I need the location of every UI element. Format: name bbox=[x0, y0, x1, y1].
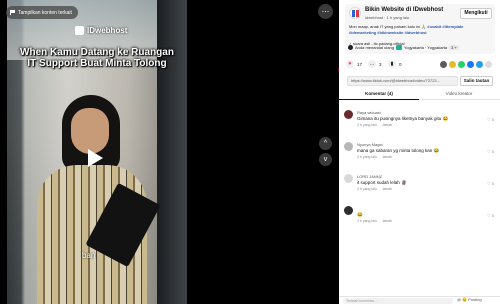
video-link-field[interactable]: https://www.tiktok.com/@idwebhost/video/… bbox=[347, 76, 458, 86]
next-video-button[interactable]: v bbox=[319, 153, 332, 166]
comment-item: Nyonya Magel mana ga sabaran yg minta to… bbox=[344, 142, 494, 164]
comment-icon: … bbox=[368, 60, 376, 68]
avatar[interactable] bbox=[349, 7, 361, 19]
comment-avatar[interactable] bbox=[344, 110, 353, 119]
flag-icon bbox=[10, 10, 15, 15]
comment-input[interactable]: Tambah komentar... bbox=[343, 298, 453, 304]
description-text: Mon maap, anak IT yang paham kalo ini 🙏 bbox=[349, 24, 427, 29]
bookmark-action[interactable]: ▮ 0 bbox=[388, 60, 402, 68]
twitter-icon[interactable] bbox=[476, 61, 483, 68]
composer-actions[interactable]: @ 😊 Posting bbox=[457, 297, 482, 302]
comment-item: LORD JANNZ it support sudah lelah 🗿 3 h … bbox=[344, 174, 494, 196]
comment-like-count: 0 bbox=[491, 117, 494, 122]
tab-creator-videos[interactable]: Video kreator bbox=[419, 91, 499, 96]
video-subtitle: ban bbox=[82, 251, 96, 260]
facebook-icon[interactable] bbox=[467, 61, 474, 68]
video-door-frame bbox=[157, 0, 187, 304]
link-row: https://www.tiktok.com/@idwebhost/video/… bbox=[347, 76, 493, 86]
bookmark-icon: ▮ bbox=[388, 60, 396, 68]
comment-time: 3 h yang lalu bbox=[357, 187, 377, 191]
comment-time: 3 h yang lalu bbox=[357, 219, 377, 223]
share-more-icon[interactable] bbox=[485, 61, 492, 68]
video-person-face bbox=[71, 108, 109, 154]
location-icon bbox=[395, 45, 402, 50]
comment-reply-button[interactable]: Jawab bbox=[382, 219, 392, 223]
video-watermark: IDwebhost bbox=[75, 26, 127, 35]
more-options-button[interactable]: ... bbox=[318, 4, 333, 19]
comment-like-button[interactable]: ♡ 0 bbox=[487, 117, 494, 122]
collab-label: Anda menandai ulang bbox=[355, 45, 394, 50]
video-caption-line1: When Kamu Datang ke Ruangan bbox=[20, 47, 174, 58]
chevron-down-icon: v bbox=[323, 156, 328, 163]
comment-avatar[interactable] bbox=[344, 142, 353, 151]
video-description: Mon maap, anak IT yang paham kalo ini 🙏 … bbox=[349, 24, 489, 35]
copy-link-button[interactable]: Salin tautan bbox=[460, 76, 493, 86]
video-player-area[interactable]: IDwebhost When Kamu Datang ke Ruangan IT… bbox=[0, 0, 339, 304]
comment-text: Gimana itu pusingnya liketnya banyak git… bbox=[357, 116, 449, 121]
follow-button[interactable]: Mengikuti bbox=[460, 8, 492, 19]
comment-text: 😂 bbox=[357, 212, 363, 217]
comment-username[interactable]: Nyonya Magel bbox=[357, 142, 383, 147]
comment-avatar[interactable] bbox=[344, 206, 353, 215]
comment-composer: Tambah komentar... @ 😊 Posting bbox=[339, 296, 500, 304]
comment-meta: 3 h yang lalu Jawab bbox=[357, 155, 396, 159]
whatsapp-icon[interactable] bbox=[458, 61, 465, 68]
comment-text: it support sudah lelah 🗿 bbox=[357, 180, 407, 185]
comment-time: 3 h yang lalu bbox=[357, 155, 377, 159]
comment-username[interactable]: LORD JANNZ bbox=[357, 174, 382, 179]
comment-reply-button[interactable]: Jawab bbox=[382, 155, 392, 159]
more-tags-badge[interactable]: 3 + bbox=[449, 45, 459, 50]
comment-item: Raya widuasi Gimana itu pusingnya liketn… bbox=[344, 110, 494, 132]
watermark-text: IDwebhost bbox=[87, 26, 128, 35]
embed-icon[interactable] bbox=[440, 61, 447, 68]
active-tab-indicator bbox=[339, 99, 419, 100]
send-to-friends-icon[interactable] bbox=[449, 61, 456, 68]
comment-reply-button[interactable]: Jawab bbox=[382, 187, 392, 191]
collab-row: Anda menandai ulang Yogyakarta · Yogyaka… bbox=[348, 45, 459, 50]
chevron-up-icon: ^ bbox=[323, 140, 328, 147]
comment-tabs: Komentar (4) Video kreator bbox=[339, 89, 500, 100]
action-row: ♥ 17 … 3 ▮ 0 bbox=[346, 60, 496, 72]
comment-count: 3 bbox=[379, 61, 382, 67]
comment-like-count: 0 bbox=[491, 149, 494, 154]
tiktok-video-page: IDwebhost When Kamu Datang ke Ruangan IT… bbox=[0, 0, 500, 304]
report-label: Tampilkan konten terkait bbox=[18, 9, 72, 16]
comment-like-button[interactable]: ♡ 0 bbox=[487, 149, 494, 154]
comment-meta: 3 h yang lalu Jawab bbox=[357, 187, 396, 191]
comment-username[interactable]: Raya widuasi bbox=[357, 110, 381, 115]
location-label[interactable]: Yogyakarta · Yogyakarta bbox=[404, 45, 447, 50]
comment-like-button[interactable]: ♡ 0 bbox=[487, 181, 494, 186]
comment-time: 3 h yang lalu bbox=[357, 123, 377, 127]
bookmark-count: 0 bbox=[399, 61, 402, 67]
comment-like-count: 0 bbox=[491, 181, 494, 186]
watermark-logo-icon bbox=[75, 26, 84, 35]
comment-reply-button[interactable]: Jawab bbox=[382, 123, 392, 127]
repost-icon bbox=[348, 45, 353, 50]
side-panel: Bikin Website di IDwebhost idwebhost · 1… bbox=[339, 0, 500, 304]
comment-meta: 3 h yang lalu Jawab bbox=[357, 219, 396, 223]
video-caption-line2: IT Support Buat Minta Tolong bbox=[27, 58, 167, 69]
heart-icon: ♥ bbox=[346, 60, 354, 68]
report-button[interactable]: Tampilkan konten terkait bbox=[6, 6, 78, 19]
play-icon[interactable] bbox=[88, 149, 103, 167]
comment-like-button[interactable]: ♡ 0 bbox=[487, 213, 494, 218]
comment-like-count: 0 bbox=[491, 213, 494, 218]
like-count: 17 bbox=[357, 61, 363, 67]
comment-item: 😂 3 h yang lalu Jawab ♡ 0 bbox=[344, 206, 494, 228]
comment-meta: 3 h yang lalu Jawab bbox=[357, 123, 396, 127]
like-action[interactable]: ♥ 17 bbox=[346, 60, 362, 68]
comment-avatar[interactable] bbox=[344, 174, 353, 183]
tab-comments[interactable]: Komentar (4) bbox=[339, 91, 419, 96]
previous-video-button[interactable]: ^ bbox=[319, 137, 332, 150]
comment-text: mana ga sabaran yg minta tolong kan 😂 bbox=[357, 148, 440, 153]
account-name[interactable]: Bikin Website di IDwebhost bbox=[365, 7, 443, 13]
comment-action[interactable]: … 3 bbox=[368, 60, 382, 68]
account-handle[interactable]: idwebhost · 1 h yang lalu bbox=[365, 15, 409, 20]
